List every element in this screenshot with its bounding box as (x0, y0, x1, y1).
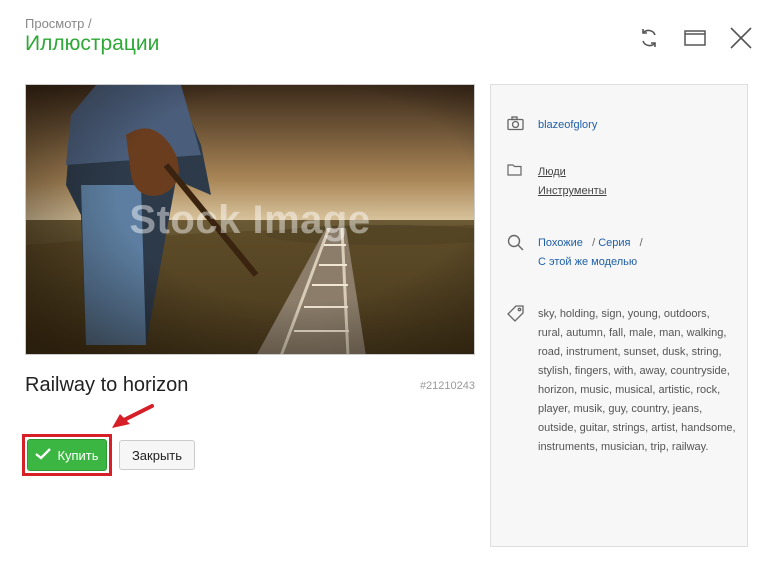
tag-link[interactable]: musik (573, 403, 602, 415)
buy-button[interactable]: Купить (27, 439, 107, 471)
tag-link[interactable]: handsome (681, 422, 732, 434)
preview-image[interactable]: Stock Image (25, 84, 475, 355)
tag-link[interactable]: guy (608, 403, 625, 415)
image-id: #21210243 (419, 380, 475, 392)
tag-link[interactable]: jeans (673, 403, 699, 415)
tag-link[interactable]: string (692, 346, 719, 358)
tag-link[interactable]: guitar (580, 422, 607, 434)
window-controls (637, 26, 753, 50)
tag-link[interactable]: male (629, 327, 653, 339)
breadcrumb[interactable]: Просмотр / (25, 16, 92, 31)
tag-icon (507, 305, 525, 323)
category-link[interactable]: Инструменты (538, 185, 607, 197)
page-title: Иллюстрации (25, 32, 160, 55)
refresh-icon[interactable] (637, 26, 661, 50)
tag-link[interactable]: countryside (671, 365, 727, 377)
tag-link[interactable]: sign (601, 308, 621, 320)
tag-link[interactable]: fingers (575, 365, 608, 377)
series-link[interactable]: Серия (598, 237, 630, 249)
watermark-text: Stock Image (129, 198, 371, 242)
tag-link[interactable]: artist (651, 422, 675, 434)
buy-button-label: Купить (57, 447, 99, 463)
tag-link[interactable]: walking (687, 327, 724, 339)
tag-link[interactable]: man (659, 327, 680, 339)
close-icon[interactable] (729, 26, 753, 50)
similar-link[interactable]: Похожие (538, 237, 583, 249)
tag-link[interactable]: railway (672, 441, 705, 453)
tag-link[interactable]: autumn (566, 327, 603, 339)
search-icon (507, 234, 525, 252)
tag-link[interactable]: road (538, 346, 560, 358)
tag-link[interactable]: rock (696, 384, 717, 396)
tag-link[interactable]: musical (615, 384, 652, 396)
tag-link[interactable]: rural (538, 327, 560, 339)
tag-link[interactable]: sky (538, 308, 554, 320)
window-icon[interactable] (683, 26, 707, 50)
tag-link[interactable]: horizon (538, 384, 574, 396)
tag-link[interactable]: artistic (658, 384, 690, 396)
tag-link[interactable]: with (614, 365, 634, 377)
tag-link[interactable]: dusk (662, 346, 685, 358)
tag-link[interactable]: strings (613, 422, 645, 434)
folder-icon (507, 163, 525, 181)
tag-link[interactable]: trip (651, 441, 666, 453)
category-link[interactable]: Люди (538, 166, 566, 178)
tag-link[interactable]: country (631, 403, 666, 415)
tag-link[interactable]: holding (560, 308, 595, 320)
tag-link[interactable]: outdoors (664, 308, 707, 320)
author-link[interactable]: blazeofglory (538, 119, 597, 131)
camera-icon (507, 116, 525, 134)
tag-link[interactable]: instrument (566, 346, 617, 358)
tag-link[interactable]: sunset (624, 346, 656, 358)
info-panel: blazeofglory Люди Инструменты Похожие / … (490, 84, 748, 547)
tag-link[interactable]: young (628, 308, 658, 320)
separator: / (592, 237, 596, 249)
checkmark-icon (35, 447, 52, 463)
tag-link[interactable]: player (538, 403, 567, 415)
tag-link[interactable]: fall (609, 327, 623, 339)
tag-link[interactable]: outside (538, 422, 573, 434)
tags-list: sky, holding, sign, young, outdoors, rur… (538, 308, 736, 453)
tag-link[interactable]: instruments (538, 441, 595, 453)
tag-link[interactable]: away (640, 365, 665, 377)
annotation-arrow-icon (112, 404, 154, 428)
tag-link[interactable]: music (580, 384, 609, 396)
close-button[interactable]: Закрыть (119, 440, 195, 470)
tag-link[interactable]: stylish (538, 365, 569, 377)
same-model-link[interactable]: С этой же моделью (538, 256, 637, 268)
image-title: Railway to horizon (25, 374, 189, 396)
separator: / (639, 237, 643, 249)
tag-link[interactable]: musician (601, 441, 644, 453)
